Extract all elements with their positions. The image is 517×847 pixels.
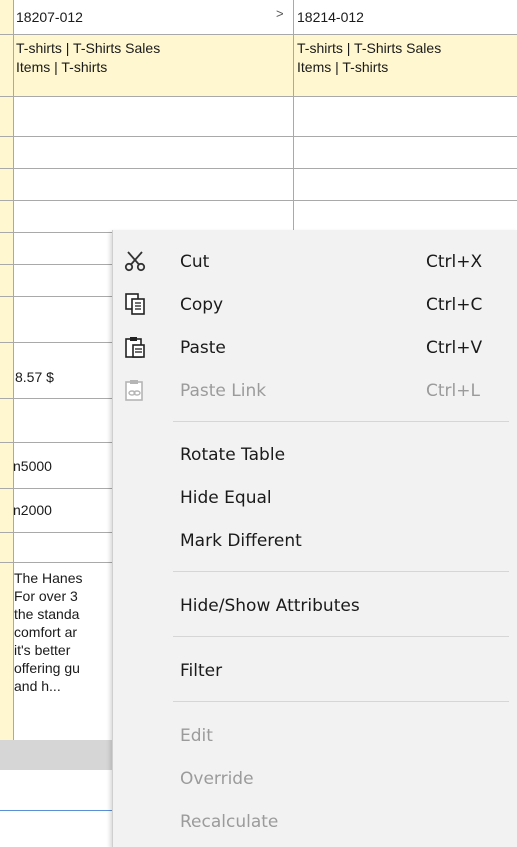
menu-separator [173, 571, 509, 572]
menu-item-filter[interactable]: Filter [113, 651, 517, 691]
category-cell-1-line1: T-shirts | T-Shirts Sales [16, 40, 161, 56]
description-line: it's better [14, 642, 71, 658]
menu-item-label: Paste Link [180, 381, 267, 401]
menu-item-label: Rotate Table [180, 445, 286, 465]
attribute-column-strip [0, 0, 13, 740]
category-cell-1-line2: Items | T-shirts [16, 59, 108, 75]
menu-item-label: Copy [180, 295, 224, 315]
expand-arrow-icon[interactable]: > [276, 6, 284, 21]
paste-icon [123, 335, 147, 359]
description-cell[interactable]: The Hanes For over 3 the standa comfort … [14, 569, 112, 739]
copy-icon [123, 292, 147, 316]
description-line: the standa [14, 606, 80, 622]
horizontal-scrollbar[interactable] [0, 740, 120, 770]
menu-item-override[interactable]: Override [113, 759, 517, 799]
description-line: The Hanes [14, 570, 83, 586]
column-header-2[interactable]: 18214-012 [297, 8, 364, 26]
menu-item-label: Hide Equal [180, 488, 272, 508]
menu-item-mark-different[interactable]: Mark Different [113, 521, 517, 561]
menu-item-hide-equal[interactable]: Hide Equal [113, 478, 517, 518]
category-cell-2-line2: Items | T-shirts [297, 59, 389, 75]
menu-item-label: Mark Different [180, 531, 302, 551]
menu-item-label: Edit [180, 726, 213, 746]
menu-item-shortcut: Ctrl+V [426, 338, 483, 358]
menu-item-recalculate[interactable]: Recalculate [113, 802, 517, 842]
column-header-1[interactable]: 18207-012 [16, 8, 83, 26]
menu-item-shortcut: Ctrl+C [426, 295, 483, 315]
menu-item-label: Hide/Show Attributes [180, 596, 360, 616]
menu-item-label: Filter [180, 661, 223, 681]
menu-item-cut[interactable]: Cut Ctrl+X [113, 242, 517, 282]
focus-underline [0, 810, 120, 811]
paste-link-icon [123, 378, 147, 402]
menu-item-label: Override [180, 769, 254, 789]
category-cell-2-line1: T-shirts | T-Shirts Sales [297, 40, 442, 56]
menu-item-hide-show-attributes[interactable]: Hide/Show Attributes [113, 586, 517, 626]
menu-item-rotate-table[interactable]: Rotate Table [113, 435, 517, 475]
value-cell-b[interactable]: n2000 [13, 501, 111, 519]
menu-item-edit[interactable]: Edit [113, 716, 517, 756]
price-cell[interactable]: 8.57 $ [15, 368, 111, 386]
description-line: offering gu [14, 660, 80, 676]
context-menu: Cut Ctrl+X Copy Ctrl+C Paste Ctrl+V Past… [112, 230, 517, 847]
value-cell-a[interactable]: n5000 [13, 457, 111, 475]
menu-separator [173, 701, 509, 702]
description-line: For over 3 [14, 588, 78, 604]
menu-separator [173, 421, 509, 422]
menu-separator [173, 636, 509, 637]
menu-item-label: Paste [180, 338, 226, 358]
menu-item-label: Cut [180, 252, 210, 272]
scissors-icon [123, 249, 147, 273]
menu-item-copy[interactable]: Copy Ctrl+C [113, 285, 517, 325]
menu-item-paste[interactable]: Paste Ctrl+V [113, 328, 517, 368]
description-line: comfort ar [14, 624, 78, 640]
menu-item-paste-link[interactable]: Paste Link Ctrl+L [113, 371, 517, 411]
menu-item-label: Recalculate [180, 812, 279, 832]
menu-item-shortcut: Ctrl+L [426, 381, 480, 401]
description-line: and h... [14, 678, 61, 694]
menu-item-shortcut: Ctrl+X [426, 252, 483, 272]
